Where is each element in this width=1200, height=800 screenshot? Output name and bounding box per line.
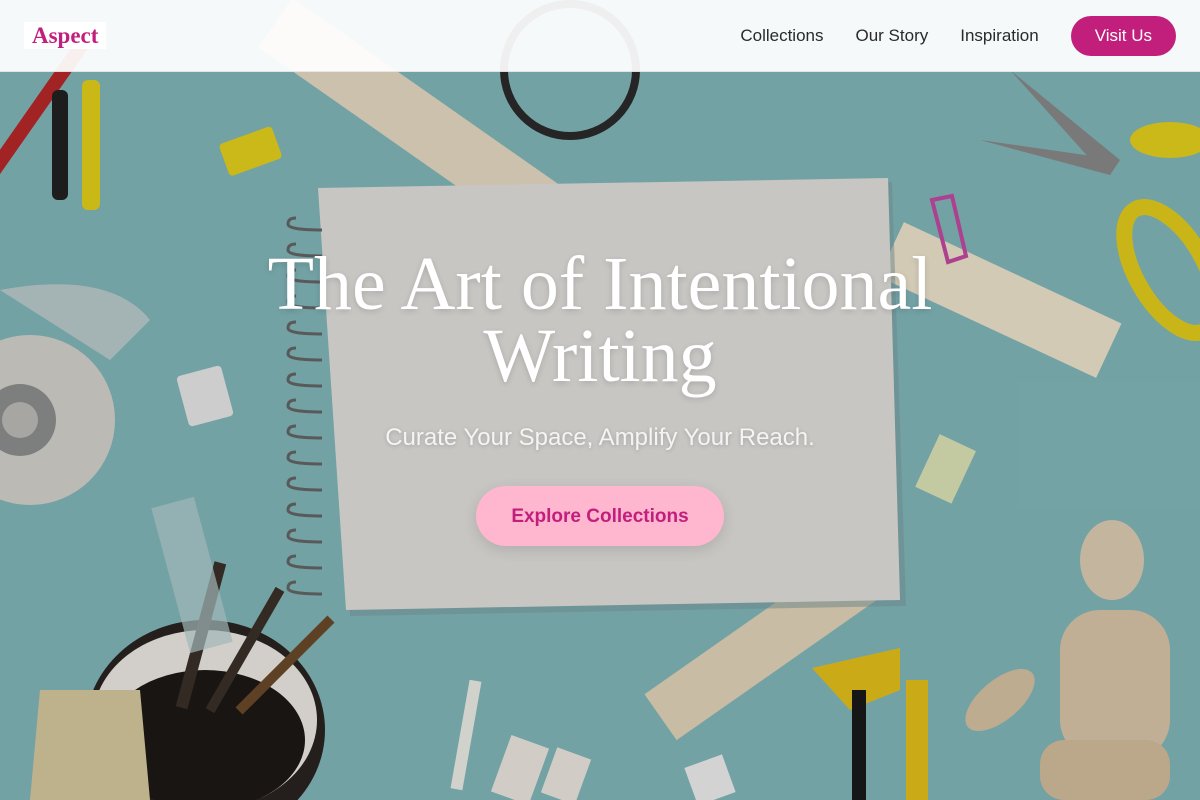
nav-link-our-story[interactable]: Our Story (856, 16, 929, 56)
hero-subtitle: Curate Your Space, Amplify Your Reach. (385, 424, 815, 451)
hero-title: The Art of Intentional Writing (267, 242, 933, 398)
explore-collections-button[interactable]: Explore Collections (476, 486, 724, 546)
hero-overlay (0, 0, 1200, 800)
nav-link-collections[interactable]: Collections (740, 16, 823, 56)
main-nav: Collections Our Story Inspiration Visit … (740, 16, 1176, 56)
nav-link-inspiration[interactable]: Inspiration (960, 16, 1038, 56)
site-header: Aspect Collections Our Story Inspiration… (0, 0, 1200, 72)
brand-logo[interactable]: Aspect (24, 22, 107, 49)
visit-us-button[interactable]: Visit Us (1070, 16, 1176, 56)
